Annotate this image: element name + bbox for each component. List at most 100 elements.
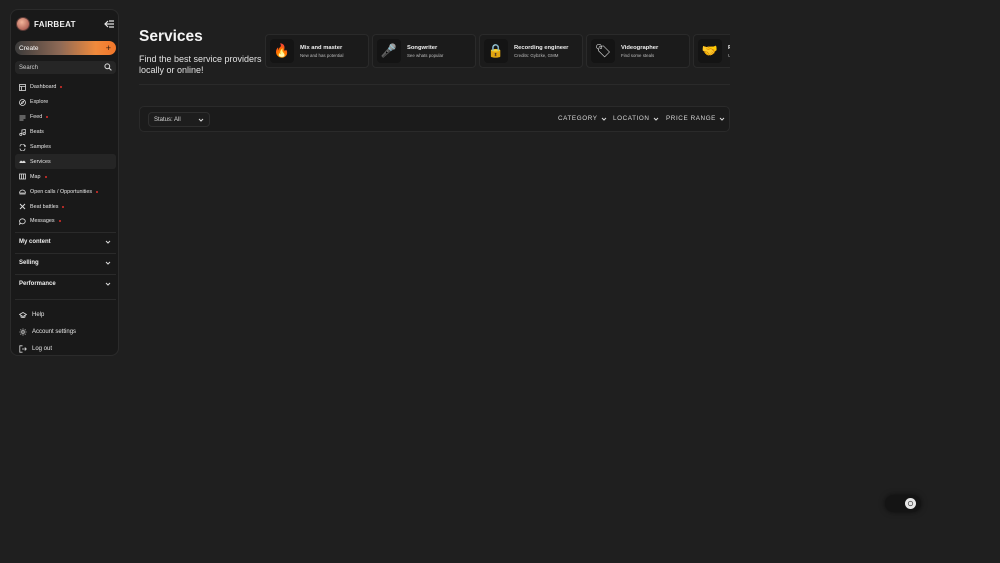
- chevron-down-icon: [719, 117, 725, 121]
- sidebar-item-label: Beat battles: [30, 203, 59, 210]
- sidebar-item-explore[interactable]: Explore: [15, 95, 116, 110]
- card-title: Videographer: [621, 44, 659, 51]
- moon-icon: [907, 500, 914, 507]
- section-performance[interactable]: Performance: [15, 274, 116, 292]
- help-icon: [19, 311, 27, 318]
- sidebar-item-label: Map: [30, 173, 41, 180]
- price-range-filter[interactable]: PRICE RANGE: [666, 115, 725, 122]
- sidebar-item-label: Explore: [30, 99, 49, 106]
- category-carousel: 🔥 Mix and master New and has potential 🎤…: [264, 34, 730, 68]
- samples-icon: [19, 143, 26, 151]
- status-select[interactable]: Status: All: [148, 112, 210, 127]
- category-filter-label: CATEGORY: [558, 115, 598, 122]
- create-button[interactable]: Create +: [15, 41, 116, 55]
- sidebar-nav: Dashboard Explore Feed Beats Samples Ser…: [15, 80, 116, 229]
- plus-icon: +: [105, 43, 111, 53]
- settings-icon: [19, 328, 27, 335]
- section-my-content[interactable]: My content: [15, 232, 116, 250]
- notification-dot: [62, 205, 65, 208]
- sidebar: FAIRBEAT Create + Search Dashboard Explo…: [10, 9, 119, 356]
- category-card-partial[interactable]: 🤝 F U: [693, 34, 730, 68]
- services-icon: [19, 160, 26, 164]
- create-label: Create: [19, 44, 39, 52]
- feed-icon: [19, 115, 26, 121]
- chevron-down-icon: [105, 240, 111, 244]
- location-filter-label: LOCATION: [613, 115, 650, 122]
- sidebar-item-dashboard[interactable]: Dashboard: [15, 80, 116, 95]
- sidebar-item-services[interactable]: Services: [15, 154, 116, 170]
- brand[interactable]: FAIRBEAT: [16, 16, 115, 32]
- sidebar-item-label: Services: [30, 158, 51, 165]
- section-selling[interactable]: Selling: [15, 253, 116, 271]
- sidebar-item-feed[interactable]: Feed: [15, 110, 116, 125]
- map-icon: [19, 173, 26, 180]
- card-subtitle: Find some steals: [621, 52, 655, 58]
- section-label: My content: [19, 238, 51, 245]
- page-subtitle: Find the best service providers locally …: [139, 54, 262, 75]
- logout-link[interactable]: Log out: [15, 340, 116, 357]
- card-title: F: [728, 44, 730, 51]
- sidebar-item-label: Open calls / Opportunities: [30, 188, 93, 195]
- chevron-down-icon: [601, 117, 606, 121]
- search-placeholder: Search: [19, 64, 39, 71]
- sidebar-item-beat-battles[interactable]: Beat battles: [15, 199, 116, 214]
- card-subtitle: U: [728, 52, 730, 58]
- sidebar-item-open-calls[interactable]: Open calls / Opportunities: [15, 184, 116, 199]
- chevron-down-icon: [105, 282, 111, 286]
- account-settings-link[interactable]: Account settings: [15, 323, 116, 340]
- category-filter[interactable]: CATEGORY: [558, 115, 607, 122]
- dashboard-icon: [19, 84, 26, 91]
- brand-name: FAIRBEAT: [34, 19, 76, 29]
- card-title: Mix and master: [300, 44, 343, 51]
- account-settings-label: Account settings: [32, 328, 77, 335]
- sidebar-item-label: Samples: [30, 144, 51, 150]
- card-title: Songwriter: [407, 44, 438, 51]
- handshake-icon: 🤝: [698, 39, 722, 63]
- toggle-knob: [905, 498, 916, 509]
- card-subtitle: New and has potential: [300, 52, 344, 58]
- section-label: Selling: [19, 259, 39, 266]
- theme-toggle[interactable]: [885, 495, 921, 512]
- sidebar-item-beats[interactable]: Beats: [15, 125, 116, 140]
- category-card-songwriter[interactable]: 🎤 Songwriter See whats popular: [372, 34, 476, 68]
- help-link[interactable]: Help: [15, 306, 116, 323]
- notification-dot: [96, 190, 99, 193]
- logout-icon: [19, 344, 27, 353]
- compass-icon: [19, 98, 26, 106]
- category-card-mix-and-master[interactable]: 🔥 Mix and master New and has potential: [265, 34, 369, 68]
- battle-icon: [19, 203, 26, 210]
- chevron-down-icon: [198, 118, 204, 122]
- notification-dot: [44, 175, 47, 178]
- category-card-recording-engineer[interactable]: 🔒 Recording engineer Credits: Gybzke, GM…: [479, 34, 583, 68]
- collapse-sidebar-icon[interactable]: [103, 18, 115, 30]
- sidebar-item-label: Messages: [30, 218, 55, 225]
- sidebar-item-label: Beats: [30, 129, 44, 136]
- notification-dot: [46, 116, 49, 119]
- logout-label: Log out: [32, 345, 53, 352]
- divider: [139, 84, 730, 85]
- message-icon: [19, 218, 26, 225]
- page-title: Services: [139, 28, 203, 45]
- notification-dot: [60, 86, 63, 89]
- status-value: Status: All: [154, 116, 181, 123]
- chevron-down-icon: [105, 261, 111, 265]
- search-input[interactable]: Search: [15, 61, 116, 74]
- chevron-down-icon: [653, 117, 658, 121]
- section-label: Performance: [19, 280, 56, 287]
- card-subtitle: Credits: Gybzke, GMM: [514, 52, 559, 58]
- sidebar-item-label: Dashboard: [30, 84, 57, 91]
- sidebar-footer: Help Account settings Log out: [15, 299, 116, 357]
- notification-dot: [58, 220, 61, 223]
- location-filter[interactable]: LOCATION: [613, 115, 659, 122]
- search-icon[interactable]: [104, 63, 112, 71]
- sidebar-item-messages[interactable]: Messages: [15, 214, 116, 229]
- opportunities-icon: [19, 189, 26, 195]
- sidebar-item-label: Feed: [30, 114, 43, 121]
- card-title: Recording engineer: [514, 44, 569, 51]
- category-card-videographer[interactable]: 🏷 Videographer Find some steals: [586, 34, 690, 68]
- sidebar-item-samples[interactable]: Samples: [15, 140, 116, 155]
- card-subtitle: See whats popular: [407, 52, 444, 58]
- sidebar-item-map[interactable]: Map: [15, 169, 116, 184]
- fire-icon: 🔥: [270, 39, 294, 63]
- filter-bar: Status: All CATEGORY LOCATION PRICE RANG…: [139, 106, 730, 132]
